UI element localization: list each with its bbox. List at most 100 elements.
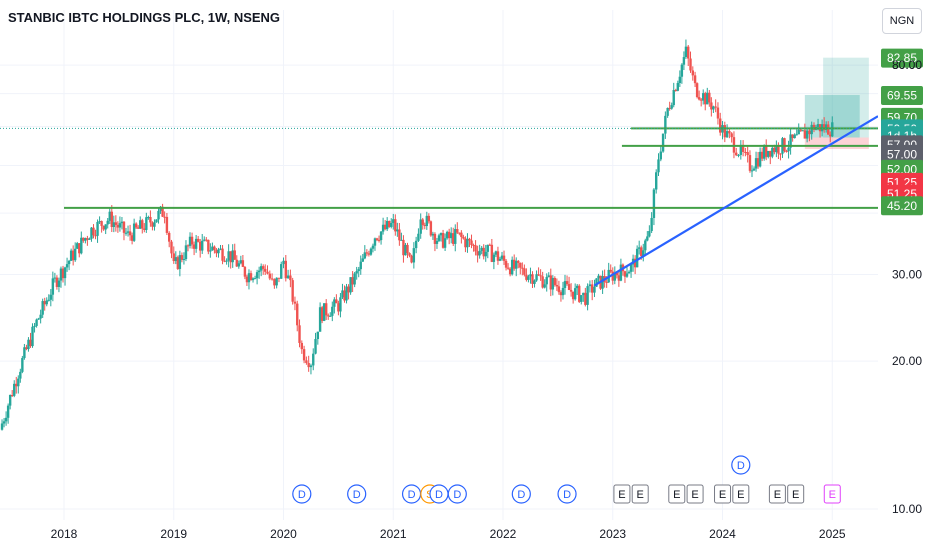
candle-body — [182, 259, 186, 261]
candle-body — [625, 273, 629, 277]
x-tick-label: 2024 — [709, 527, 736, 541]
candle-body — [298, 325, 301, 343]
candle-body — [502, 255, 506, 261]
candle-body — [264, 268, 267, 272]
event-marker-d: D — [347, 484, 367, 504]
candle-body — [584, 292, 587, 305]
event-label: E — [719, 489, 726, 501]
candle-body — [569, 289, 573, 292]
candle-body — [712, 106, 715, 110]
candle-body — [17, 378, 20, 387]
candle-body — [719, 118, 722, 133]
candle-body — [241, 260, 245, 267]
candle-body — [555, 284, 559, 287]
candle-body — [314, 339, 317, 354]
candle-body — [128, 231, 132, 236]
candle-body — [305, 360, 308, 363]
candle-body — [492, 254, 496, 262]
candle-body — [732, 137, 736, 153]
candle-body — [657, 159, 660, 173]
candle-body — [296, 303, 299, 326]
price-chart[interactable]: DDDSDDDDEEEEEEDEEE 201820192020202120222… — [0, 0, 932, 550]
y-tick-label: 30.00 — [892, 268, 922, 282]
candle-body — [163, 216, 166, 218]
candle-body — [331, 306, 334, 316]
candle-body — [51, 278, 55, 295]
time-axis: 2018 2019 2020 2021 2022 2023 2024 2025 — [0, 520, 932, 550]
candle-body — [644, 240, 647, 251]
candle-body — [557, 286, 561, 293]
candle-body — [361, 258, 364, 262]
event-marker-e: E — [613, 484, 631, 504]
price-badge: 45.20 — [881, 196, 923, 216]
candle-body — [114, 222, 118, 225]
candle-body — [646, 236, 649, 241]
candle-body — [474, 245, 477, 252]
candle-body — [730, 133, 733, 138]
candle-body — [122, 221, 126, 233]
chart-title: STANBIC IBTC HOLDINGS PLC, 1W, NSENG — [8, 10, 281, 25]
time-axis-bg — [0, 520, 932, 550]
candle-body — [390, 223, 393, 227]
candle-body — [523, 268, 526, 275]
candle-body — [261, 266, 265, 269]
event-label: E — [618, 489, 625, 501]
event-marker-e: E — [823, 484, 841, 504]
candle-body — [588, 284, 592, 287]
candle-body — [609, 269, 612, 272]
trendline — [593, 115, 879, 287]
currency-button[interactable]: NGN — [882, 8, 922, 34]
event-label: D — [737, 460, 745, 472]
candle-body — [157, 210, 160, 220]
candle-body — [190, 236, 194, 245]
candle-body — [309, 365, 313, 368]
candle-body — [737, 154, 740, 156]
candle-body — [590, 284, 594, 293]
candle-body — [213, 246, 216, 250]
candle-body — [429, 221, 433, 236]
candle-body — [302, 349, 306, 361]
candle-body — [307, 362, 310, 368]
candle-body — [225, 260, 228, 262]
event-label: D — [435, 489, 443, 501]
candle-body — [209, 250, 212, 252]
candle-body — [504, 260, 508, 268]
candle-body — [353, 273, 356, 285]
candle-body — [543, 284, 546, 288]
candle-body — [8, 395, 12, 406]
candle-body — [437, 235, 441, 241]
event-label: E — [774, 489, 781, 501]
candle-body — [746, 152, 749, 156]
candle-body — [695, 83, 699, 98]
candle-body — [735, 152, 738, 156]
candle-body — [339, 297, 342, 312]
candle-body — [414, 240, 418, 249]
candle-body — [573, 288, 577, 300]
candle-body — [635, 248, 639, 268]
candle-body — [88, 238, 91, 240]
candle-body — [33, 325, 36, 327]
candle-body — [670, 105, 673, 109]
candle-body — [468, 238, 471, 241]
candle-body — [678, 76, 682, 84]
candle-body — [714, 106, 717, 108]
candle-body — [96, 221, 99, 236]
candle-body — [565, 281, 569, 285]
candle-body — [533, 280, 536, 284]
candle-body — [45, 300, 48, 305]
candle-body — [153, 222, 156, 227]
candle-body — [357, 269, 360, 272]
candle-body — [0, 423, 4, 430]
candle-body — [253, 278, 257, 280]
event-label: E — [829, 489, 836, 501]
candle-body — [196, 238, 200, 242]
candle-body — [410, 255, 413, 263]
candle-body — [803, 130, 807, 139]
candle-body — [124, 232, 128, 234]
candle-body — [808, 130, 811, 135]
candle-body — [268, 273, 272, 279]
candle-body — [237, 263, 241, 267]
candle-body — [684, 46, 688, 58]
candle-body — [697, 97, 701, 100]
candle-body — [47, 299, 50, 301]
